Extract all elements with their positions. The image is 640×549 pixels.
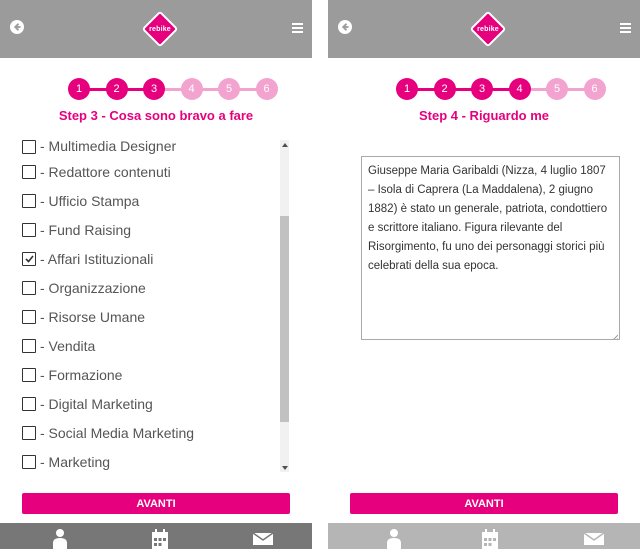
checkbox-row[interactable]: - Formazione: [22, 360, 272, 389]
step-6: 6: [583, 78, 606, 100]
envelope-icon: [252, 529, 274, 549]
checkbox-checked[interactable]: [22, 251, 36, 266]
tab-mail[interactable]: [579, 529, 609, 549]
checkbox[interactable]: [22, 338, 36, 353]
scrollbar[interactable]: [280, 140, 289, 472]
user-icon: [387, 529, 401, 549]
tab-calendar[interactable]: [475, 529, 505, 549]
back-arrow-icon: [10, 19, 24, 39]
back-button[interactable]: [8, 19, 26, 39]
back-arrow-icon: [338, 19, 352, 39]
step-1: 1: [68, 78, 90, 100]
checkbox[interactable]: [22, 193, 36, 208]
back-button[interactable]: [336, 19, 354, 39]
bottom-tab-bar: [328, 523, 640, 549]
checkbox-label: - Multimedia Designer: [40, 138, 177, 154]
step-indicator: 123456: [328, 78, 640, 100]
checkbox[interactable]: [22, 164, 36, 179]
checkbox[interactable]: [22, 396, 36, 411]
top-bar: rebike: [328, 0, 640, 58]
scroll-down-icon[interactable]: [280, 463, 289, 472]
checkbox-row[interactable]: - Redattore contenuti: [22, 157, 272, 186]
screen-step-4: rebike 123456 Step 4 - Riguardo me Giuse…: [328, 0, 640, 549]
checkbox-label: - Risorse Umane: [40, 308, 146, 325]
checkbox[interactable]: [22, 222, 36, 237]
about-me-textarea[interactable]: Giuseppe Maria Garibaldi (Nizza, 4 lugli…: [361, 156, 620, 340]
step-1: 1: [396, 78, 418, 100]
step-6: 6: [255, 78, 278, 100]
step-title: Step 3 - Cosa sono bravo a fare: [58, 108, 254, 123]
step-3: 3: [143, 78, 165, 100]
checkbox-row[interactable]: - Digital Marketing: [22, 389, 272, 418]
checkbox[interactable]: [22, 454, 36, 469]
menu-button[interactable]: [288, 20, 306, 38]
skills-list[interactable]: - Multimedia Designer - Redattore contenu…: [22, 137, 290, 475]
hamburger-menu-icon: [619, 20, 631, 38]
checkbox-label: - Formazione: [40, 366, 123, 383]
logo[interactable]: rebike: [469, 10, 507, 48]
step-2: 2: [105, 78, 128, 100]
step-title: Step 4 - Riguardo me: [418, 108, 550, 123]
envelope-icon: [583, 529, 605, 549]
checkbox-label: - Vendita: [40, 337, 96, 354]
logo-text: rebike: [477, 25, 499, 33]
top-bar: rebike: [0, 0, 312, 58]
menu-button[interactable]: [616, 20, 634, 38]
tab-profile[interactable]: [379, 529, 409, 549]
checkbox-label: - Fund Raising: [40, 221, 132, 238]
scrollbar-thumb[interactable]: [280, 215, 289, 422]
checkbox-row[interactable]: - Multimedia Designer: [22, 137, 272, 157]
checkbox-row[interactable]: - Vendita: [22, 331, 272, 360]
step-5: 5: [546, 78, 568, 100]
hamburger-menu-icon: [291, 20, 303, 38]
step-2: 2: [433, 78, 456, 100]
logo-text: rebike: [149, 25, 171, 33]
checkbox-row[interactable]: - Fund Raising: [22, 215, 272, 244]
calendar-icon: [152, 529, 168, 549]
calendar-icon: [482, 529, 498, 549]
checkbox[interactable]: [22, 280, 36, 295]
checkbox-label: - Social Media Marketing: [40, 424, 195, 441]
step-4: 4: [180, 78, 203, 100]
checkbox-row[interactable]: - Affari Istituzionali: [22, 244, 272, 273]
about-me-text: Giuseppe Maria Garibaldi (Nizza, 4 lugli…: [368, 165, 608, 272]
tab-mail[interactable]: [248, 529, 278, 549]
checkbox-row[interactable]: - Ufficio Stampa: [22, 186, 272, 215]
step-3: 3: [471, 78, 493, 100]
tab-profile[interactable]: [45, 529, 75, 549]
user-icon: [53, 529, 67, 549]
checkbox-label: - Organizzazione: [40, 279, 146, 296]
checkbox-row[interactable]: - Organizzazione: [22, 273, 272, 302]
checkbox-label: - Redattore contenuti: [40, 163, 171, 180]
resize-grip-icon[interactable]: [610, 330, 619, 339]
checkbox-label: - Ufficio Stampa: [40, 192, 140, 209]
checkbox-label: - Digital Marketing: [40, 395, 153, 412]
bottom-tab-bar: [0, 523, 312, 549]
step-4: 4: [508, 78, 531, 100]
screen-step-3: rebike 123456 Step 3 - Cosa sono bravo a…: [0, 0, 312, 549]
next-button[interactable]: AVANTI: [350, 493, 618, 514]
logo[interactable]: rebike: [141, 10, 179, 48]
checkbox[interactable]: [22, 309, 36, 324]
checkbox-label: - Affari Istituzionali: [40, 250, 154, 267]
checkbox[interactable]: [22, 367, 36, 382]
checkbox-row[interactable]: - Marketing: [22, 447, 272, 475]
next-button[interactable]: AVANTI: [22, 493, 290, 514]
tab-calendar[interactable]: [145, 529, 175, 549]
checkbox[interactable]: [22, 140, 36, 154]
checkbox-row[interactable]: - Risorse Umane: [22, 302, 272, 331]
scroll-up-icon[interactable]: [280, 140, 289, 149]
checkbox[interactable]: [22, 425, 36, 440]
checkbox-row[interactable]: - Social Media Marketing: [22, 418, 272, 447]
step-indicator: 123456: [0, 78, 312, 100]
step-5: 5: [218, 78, 240, 100]
checkbox-label: - Marketing: [40, 453, 111, 470]
